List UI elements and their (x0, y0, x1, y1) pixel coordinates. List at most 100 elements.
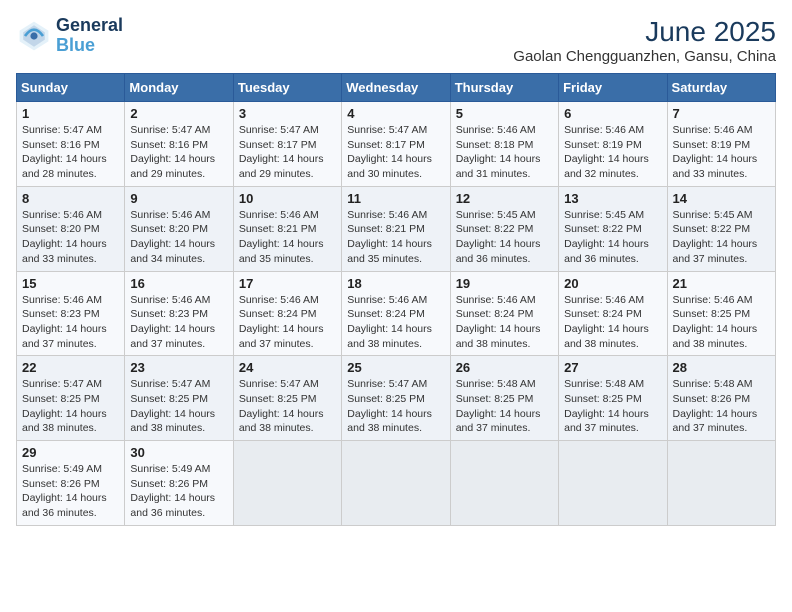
header: GeneralBlue June 2025 Gaolan Chengguanzh… (16, 16, 776, 65)
day-number: 9 (130, 191, 227, 206)
day-number: 30 (130, 445, 227, 460)
calendar-cell: 26 Sunrise: 5:48 AM Sunset: 8:25 PM Dayli… (450, 356, 558, 441)
day-number: 16 (130, 276, 227, 291)
calendar-title: June 2025 (513, 16, 776, 48)
calendar-cell (450, 441, 558, 526)
day-info: Sunrise: 5:46 AM Sunset: 8:23 PM Dayligh… (130, 293, 227, 352)
day-number: 18 (347, 276, 444, 291)
calendar-cell: 11 Sunrise: 5:46 AM Sunset: 8:21 PM Dayli… (342, 186, 450, 271)
day-info: Sunrise: 5:45 AM Sunset: 8:22 PM Dayligh… (564, 208, 661, 267)
calendar-cell: 30 Sunrise: 5:49 AM Sunset: 8:26 PM Dayli… (125, 441, 233, 526)
day-number: 10 (239, 191, 336, 206)
weekday-header-sunday: Sunday (17, 74, 125, 102)
calendar-cell: 6 Sunrise: 5:46 AM Sunset: 8:19 PM Daylig… (559, 102, 667, 187)
calendar-cell: 29 Sunrise: 5:49 AM Sunset: 8:26 PM Dayli… (17, 441, 125, 526)
day-info: Sunrise: 5:47 AM Sunset: 8:25 PM Dayligh… (22, 377, 119, 436)
day-info: Sunrise: 5:48 AM Sunset: 8:25 PM Dayligh… (456, 377, 553, 436)
calendar-cell (342, 441, 450, 526)
weekday-header-thursday: Thursday (450, 74, 558, 102)
weekday-header-tuesday: Tuesday (233, 74, 341, 102)
calendar-cell: 13Sunrise: 5:45 AM Sunset: 8:22 PM Dayli… (559, 186, 667, 271)
day-number: 23 (130, 360, 227, 375)
day-info: Sunrise: 5:46 AM Sunset: 8:20 PM Dayligh… (22, 208, 119, 267)
day-number: 25 (347, 360, 444, 375)
calendar-cell: 10 Sunrise: 5:46 AM Sunset: 8:21 PM Dayli… (233, 186, 341, 271)
day-number: 21 (673, 276, 770, 291)
calendar-cell: 19 Sunrise: 5:46 AM Sunset: 8:24 PM Dayli… (450, 271, 558, 356)
calendar-table: SundayMondayTuesdayWednesdayThursdayFrid… (16, 73, 776, 526)
day-info: Sunrise: 5:46 AM Sunset: 8:24 PM Dayligh… (347, 293, 444, 352)
calendar-cell: 5Sunrise: 5:46 AM Sunset: 8:18 PM Daylig… (450, 102, 558, 187)
calendar-cell: 14 Sunrise: 5:45 AM Sunset: 8:22 PM Dayli… (667, 186, 775, 271)
calendar-cell: 17 Sunrise: 5:46 AM Sunset: 8:24 PM Dayli… (233, 271, 341, 356)
calendar-subtitle: Gaolan Chengguanzhen, Gansu, China (513, 48, 776, 65)
day-info: Sunrise: 5:45 AM Sunset: 8:22 PM Dayligh… (673, 208, 770, 267)
title-area: June 2025 Gaolan Chengguanzhen, Gansu, C… (513, 16, 776, 65)
day-info: Sunrise: 5:46 AM Sunset: 8:24 PM Dayligh… (239, 293, 336, 352)
calendar-cell (233, 441, 341, 526)
weekday-header-friday: Friday (559, 74, 667, 102)
calendar-cell: 16 Sunrise: 5:46 AM Sunset: 8:23 PM Dayli… (125, 271, 233, 356)
day-number: 6 (564, 106, 661, 121)
day-number: 24 (239, 360, 336, 375)
calendar-week-row: 1 Sunrise: 5:47 AM Sunset: 8:16 PM Daylig… (17, 102, 776, 187)
calendar-cell: 23 Sunrise: 5:47 AM Sunset: 8:25 PM Dayli… (125, 356, 233, 441)
day-number: 22 (22, 360, 119, 375)
day-info: Sunrise: 5:46 AM Sunset: 8:24 PM Dayligh… (456, 293, 553, 352)
calendar-week-row: 29 Sunrise: 5:49 AM Sunset: 8:26 PM Dayli… (17, 441, 776, 526)
day-info: Sunrise: 5:46 AM Sunset: 8:24 PM Dayligh… (564, 293, 661, 352)
calendar-cell: 8 Sunrise: 5:46 AM Sunset: 8:20 PM Daylig… (17, 186, 125, 271)
calendar-week-row: 22 Sunrise: 5:47 AM Sunset: 8:25 PM Dayli… (17, 356, 776, 441)
day-number: 19 (456, 276, 553, 291)
logo: GeneralBlue (16, 16, 123, 56)
day-number: 15 (22, 276, 119, 291)
day-number: 17 (239, 276, 336, 291)
day-number: 11 (347, 191, 444, 206)
day-info: Sunrise: 5:45 AM Sunset: 8:22 PM Dayligh… (456, 208, 553, 267)
day-info: Sunrise: 5:46 AM Sunset: 8:21 PM Dayligh… (347, 208, 444, 267)
day-info: Sunrise: 5:47 AM Sunset: 8:17 PM Dayligh… (239, 123, 336, 182)
calendar-cell: 9 Sunrise: 5:46 AM Sunset: 8:20 PM Daylig… (125, 186, 233, 271)
day-number: 4 (347, 106, 444, 121)
calendar-cell: 27Sunrise: 5:48 AM Sunset: 8:25 PM Dayli… (559, 356, 667, 441)
day-number: 8 (22, 191, 119, 206)
day-info: Sunrise: 5:47 AM Sunset: 8:25 PM Dayligh… (347, 377, 444, 436)
day-number: 20 (564, 276, 661, 291)
calendar-cell: 18 Sunrise: 5:46 AM Sunset: 8:24 PM Dayli… (342, 271, 450, 356)
calendar-cell: 28Sunrise: 5:48 AM Sunset: 8:26 PM Dayli… (667, 356, 775, 441)
day-info: Sunrise: 5:49 AM Sunset: 8:26 PM Dayligh… (22, 462, 119, 521)
day-info: Sunrise: 5:46 AM Sunset: 8:21 PM Dayligh… (239, 208, 336, 267)
calendar-cell: 20 Sunrise: 5:46 AM Sunset: 8:24 PM Dayli… (559, 271, 667, 356)
calendar-week-row: 15 Sunrise: 5:46 AM Sunset: 8:23 PM Dayli… (17, 271, 776, 356)
day-info: Sunrise: 5:49 AM Sunset: 8:26 PM Dayligh… (130, 462, 227, 521)
day-number: 7 (673, 106, 770, 121)
day-number: 14 (673, 191, 770, 206)
day-info: Sunrise: 5:46 AM Sunset: 8:25 PM Dayligh… (673, 293, 770, 352)
day-number: 26 (456, 360, 553, 375)
day-info: Sunrise: 5:46 AM Sunset: 8:19 PM Dayligh… (564, 123, 661, 182)
calendar-cell (667, 441, 775, 526)
day-number: 2 (130, 106, 227, 121)
day-info: Sunrise: 5:46 AM Sunset: 8:20 PM Dayligh… (130, 208, 227, 267)
calendar-cell: 12Sunrise: 5:45 AM Sunset: 8:22 PM Dayli… (450, 186, 558, 271)
calendar-cell: 1 Sunrise: 5:47 AM Sunset: 8:16 PM Daylig… (17, 102, 125, 187)
logo-icon (16, 18, 52, 54)
logo-text: GeneralBlue (56, 16, 123, 56)
day-info: Sunrise: 5:46 AM Sunset: 8:19 PM Dayligh… (673, 123, 770, 182)
weekday-header-monday: Monday (125, 74, 233, 102)
calendar-cell (559, 441, 667, 526)
calendar-cell: 4Sunrise: 5:47 AM Sunset: 8:17 PM Daylig… (342, 102, 450, 187)
weekday-header-saturday: Saturday (667, 74, 775, 102)
calendar-cell: 7 Sunrise: 5:46 AM Sunset: 8:19 PM Daylig… (667, 102, 775, 187)
day-info: Sunrise: 5:47 AM Sunset: 8:16 PM Dayligh… (130, 123, 227, 182)
calendar-week-row: 8 Sunrise: 5:46 AM Sunset: 8:20 PM Daylig… (17, 186, 776, 271)
calendar-cell: 24 Sunrise: 5:47 AM Sunset: 8:25 PM Dayli… (233, 356, 341, 441)
day-number: 28 (673, 360, 770, 375)
day-number: 29 (22, 445, 119, 460)
day-info: Sunrise: 5:47 AM Sunset: 8:16 PM Dayligh… (22, 123, 119, 182)
day-info: Sunrise: 5:47 AM Sunset: 8:25 PM Dayligh… (239, 377, 336, 436)
day-info: Sunrise: 5:48 AM Sunset: 8:25 PM Dayligh… (564, 377, 661, 436)
day-info: Sunrise: 5:47 AM Sunset: 8:25 PM Dayligh… (130, 377, 227, 436)
day-number: 3 (239, 106, 336, 121)
day-number: 1 (22, 106, 119, 121)
